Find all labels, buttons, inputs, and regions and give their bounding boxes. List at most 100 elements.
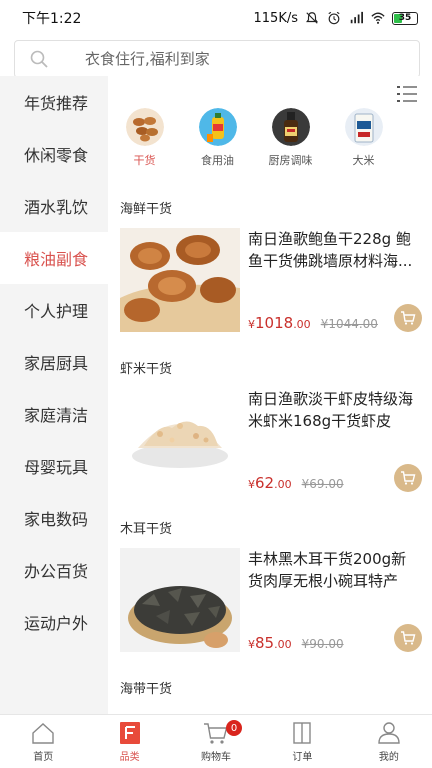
original-price: ¥1044.00 (320, 317, 378, 331)
black-fungus-product-image (120, 548, 240, 652)
section-title: 木耳干货 (120, 522, 173, 537)
category-sidebar: 年货推荐 休闲零食 酒水乳饮 粮油副食 个人护理 家居厨具 家庭清洁 母婴玩具 … (0, 76, 108, 714)
nav-cart[interactable]: 0 购物车 (173, 715, 259, 768)
nav-label: 我的 (378, 751, 399, 763)
battery-icon: 35 (392, 11, 418, 25)
rice-bag-image (344, 108, 383, 146)
sidebar-item-label: 家居厨具 (24, 354, 89, 373)
search-bar[interactable] (14, 40, 420, 78)
subcategory-rice[interactable]: 大米 (327, 108, 400, 178)
section-title: 海鲜干货 (120, 202, 173, 217)
sidebar-item-sports[interactable]: 运动户外 (0, 596, 108, 648)
product-name: 丰林黑木耳干货200g新货肉厚无根小碗耳特产非... (248, 550, 407, 590)
order-icon (293, 721, 312, 744)
sidebar-item-appliances[interactable]: 家电数码 (0, 492, 108, 544)
sidebar-item-label: 家电数码 (24, 510, 89, 529)
sidebar-item-label: 年货推荐 (24, 94, 89, 113)
sidebar-item-label: 休闲零食 (24, 146, 89, 165)
add-to-cart-button[interactable] (394, 304, 422, 332)
page: 下午1:22 115K/s 35 年货推荐 休闲零食 酒水乳饮 粮油副食 个人护… (0, 0, 432, 768)
abalone-product-image (120, 228, 240, 332)
sidebar-item-baby-toys[interactable]: 母婴玩具 (0, 440, 108, 492)
signal-icon (350, 11, 363, 24)
search-icon (30, 50, 48, 68)
cart-icon (204, 722, 228, 744)
network-speed: 115K/s (253, 10, 299, 26)
product-card[interactable]: 丰林黑木耳干货200g新货肉厚无根小碗耳特产非... ¥ 85 .00 ¥90.… (120, 548, 422, 652)
dried-nuts-image (125, 108, 164, 146)
price-decimal: .00 (274, 638, 292, 651)
home-icon (32, 722, 54, 744)
product-card[interactable]: 南日渔歌鲍鱼干228g 鲍鱼干货佛跳墙原材料海... ¥ 1018 .00 ¥1… (120, 228, 422, 332)
cart-icon (401, 631, 416, 645)
price-currency: ¥ (248, 318, 255, 331)
nav-category[interactable]: 品类 (86, 715, 172, 768)
cart-icon (401, 311, 416, 325)
price-row: ¥ 62 .00 ¥69.00 (248, 474, 344, 492)
price-integer: 62 (255, 474, 275, 492)
subcategory-seasoning[interactable]: 厨房调味 (254, 108, 327, 178)
nav-label: 首页 (33, 751, 54, 763)
sidebar-item-label: 酒水乳饮 (24, 198, 89, 217)
category-icon (119, 721, 140, 744)
mute-bell-icon (306, 12, 318, 24)
price-decimal: .00 (293, 318, 311, 331)
subcategory-cooking-oil[interactable]: 食用油 (181, 108, 254, 178)
product-name: 南日渔歌鲍鱼干228g 鲍鱼干货佛跳墙原材料海... (248, 230, 413, 270)
price-decimal: .00 (274, 478, 292, 491)
sidebar-item-grain-oil[interactable]: 粮油副食 (0, 232, 108, 284)
wifi-icon (371, 12, 385, 24)
nav-orders[interactable]: 订单 (259, 715, 345, 768)
nav-home[interactable]: 首页 (0, 715, 86, 768)
product-content: 干货 食用油 厨房调味 大米 海鲜干货 南日渔歌鲍鱼干228g 鲍鱼干货佛跳墙原… (108, 76, 432, 714)
sidebar-item-office[interactable]: 办公百货 (0, 544, 108, 596)
alarm-icon (328, 11, 340, 25)
price-currency: ¥ (248, 638, 255, 651)
sidebar-item-label: 运动户外 (24, 614, 89, 633)
product-card[interactable]: 南日渔歌淡干虾皮特级海米虾米168g干货虾皮补... ¥ 62 .00 ¥69.… (120, 388, 422, 492)
subcategory-label: 厨房调味 (268, 154, 313, 167)
nav-label: 订单 (292, 751, 313, 763)
profile-icon (378, 721, 400, 744)
dried-shrimp-product-image (120, 388, 240, 492)
price-row: ¥ 85 .00 ¥90.00 (248, 634, 344, 652)
sidebar-item-nianhuo[interactable]: 年货推荐 (0, 76, 108, 128)
cart-icon (401, 471, 416, 485)
price-integer: 1018 (255, 314, 294, 332)
sidebar-item-home-kitchen[interactable]: 家居厨具 (0, 336, 108, 388)
sidebar-item-personal-care[interactable]: 个人护理 (0, 284, 108, 336)
search-input[interactable] (85, 50, 385, 68)
sidebar-item-label: 母婴玩具 (24, 458, 89, 477)
status-time: 下午1:22 (22, 11, 82, 27)
sidebar-item-drinks[interactable]: 酒水乳饮 (0, 180, 108, 232)
cart-badge: 0 (226, 720, 243, 736)
subcategory-label: 大米 (352, 154, 375, 167)
subcategory-row: 干货 食用油 厨房调味 大米 (108, 108, 432, 178)
price-integer: 85 (255, 634, 275, 652)
nav-label: 品类 (119, 751, 140, 763)
sidebar-item-label: 粮油副食 (24, 250, 89, 269)
subcategory-label: 干货 (133, 154, 156, 167)
subcategory-label: 食用油 (201, 154, 234, 167)
sidebar-item-label: 个人护理 (24, 302, 89, 321)
nav-label: 购物车 (201, 751, 232, 763)
price-row: ¥ 1018 .00 ¥1044.00 (248, 314, 378, 332)
sidebar-item-snacks[interactable]: 休闲零食 (0, 128, 108, 180)
add-to-cart-button[interactable] (394, 464, 422, 492)
cooking-oil-image (198, 108, 237, 146)
product-name: 南日渔歌淡干虾皮特级海米虾米168g干货虾皮补... (248, 390, 414, 430)
add-to-cart-button[interactable] (394, 624, 422, 652)
sidebar-item-cleaning[interactable]: 家庭清洁 (0, 388, 108, 440)
subcategory-dried-goods[interactable]: 干货 (108, 108, 181, 178)
original-price: ¥69.00 (301, 477, 344, 491)
seasoning-bottle-image (271, 108, 310, 146)
section-title: 虾米干货 (120, 362, 173, 377)
list-view-icon[interactable] (396, 84, 418, 104)
status-icons: 115K/s 35 (253, 10, 418, 26)
nav-profile[interactable]: 我的 (346, 715, 432, 768)
sidebar-item-label: 家庭清洁 (24, 406, 89, 425)
status-bar: 下午1:22 115K/s 35 (0, 0, 432, 36)
section-title: 海带干货 (120, 682, 173, 697)
bottom-nav: 首页 品类 0 购物车 订单 我的 (0, 714, 432, 768)
sidebar-item-label: 办公百货 (24, 562, 89, 581)
